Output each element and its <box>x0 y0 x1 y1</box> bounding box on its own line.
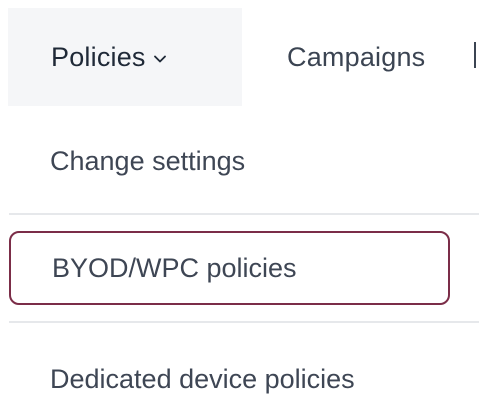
policies-dropdown-menu: Change settings BYOD/WPC policies Dedica… <box>9 108 479 394</box>
menu-separator <box>9 321 479 323</box>
tab-policies[interactable]: Policies <box>8 8 242 106</box>
tab-policies-label: Policies <box>51 41 146 72</box>
menu-item-label: BYOD/WPC policies <box>52 252 297 283</box>
menu-item-dedicated-device-policies[interactable]: Dedicated device policies <box>9 344 479 414</box>
tab-campaigns[interactable]: Campaigns <box>287 8 425 106</box>
menu-item-change-settings[interactable]: Change settings <box>9 126 479 196</box>
chevron-down-icon <box>153 55 166 62</box>
menu-separator <box>9 213 479 215</box>
tab-campaigns-label: Campaigns <box>287 41 426 72</box>
menu-item-byod-wpc-policies[interactable]: BYOD/WPC policies <box>9 231 450 305</box>
nav-divider <box>474 42 476 68</box>
menu-item-label: Change settings <box>50 145 246 176</box>
top-navigation: Policies Campaigns <box>0 0 479 108</box>
menu-item-label: Dedicated device policies <box>50 363 355 394</box>
